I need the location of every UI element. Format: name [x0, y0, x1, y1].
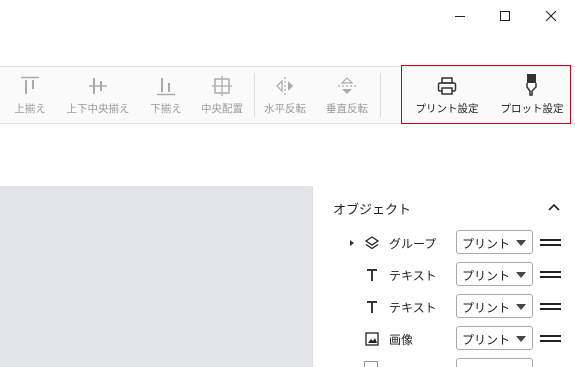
dropdown-arrow-icon	[516, 336, 526, 342]
object-label: テキスト	[389, 269, 437, 283]
dropdown-arrow-icon	[516, 240, 526, 246]
object-row-image[interactable]: 画像 プリント	[313, 323, 575, 355]
title-bar	[0, 0, 575, 32]
align-middle-icon	[89, 78, 107, 94]
align-middle-button[interactable]: 上下中央揃え	[60, 67, 136, 123]
dropdown-arrow-icon	[516, 272, 526, 278]
layers-icon	[364, 235, 380, 251]
align-top-button[interactable]: 上揃え	[10, 67, 50, 123]
align-bottom-button[interactable]: 下揃え	[144, 67, 188, 123]
dropdown-arrow-icon	[516, 304, 526, 310]
object-icon	[364, 361, 378, 367]
flip-vertical-icon	[338, 77, 356, 94]
align-top-icon	[21, 76, 39, 94]
center-label: 中央配置	[201, 103, 243, 115]
flip-vertical-label: 垂直反転	[326, 103, 368, 115]
output-mode-select[interactable]: プリント	[456, 262, 533, 286]
text-icon	[364, 299, 380, 315]
canvas-area[interactable]	[0, 186, 312, 367]
text-icon	[364, 267, 380, 283]
toolbar-divider	[254, 73, 255, 117]
align-bottom-icon	[157, 78, 175, 96]
object-label: 画像	[389, 333, 414, 347]
close-button[interactable]	[528, 0, 574, 32]
chevron-up-icon	[548, 203, 560, 211]
output-mode-select[interactable]: プリント	[456, 230, 533, 254]
object-label: テキスト	[389, 301, 437, 315]
output-mode-select[interactable]: プリント	[456, 294, 533, 318]
center-button[interactable]: 中央配置	[196, 67, 248, 123]
flip-horizontal-label: 水平反転	[264, 103, 306, 115]
object-row-partial[interactable]	[313, 355, 575, 367]
expand-caret-icon[interactable]	[348, 237, 356, 249]
flip-vertical-button[interactable]: 垂直反転	[320, 67, 374, 123]
maximize-button[interactable]	[482, 0, 528, 32]
highlight-box	[401, 65, 571, 124]
collapse-button[interactable]	[547, 199, 561, 218]
align-bottom-label: 下揃え	[150, 103, 182, 115]
maximize-icon	[500, 11, 510, 21]
image-icon	[364, 331, 380, 347]
output-mode-value: プリント	[462, 333, 511, 347]
object-label: グループ	[389, 237, 437, 251]
panel-title: オブジェクト	[333, 203, 412, 218]
minimize-icon	[455, 16, 465, 17]
output-mode-value: プリント	[462, 237, 511, 251]
object-row-group[interactable]: グループ プリント	[313, 227, 575, 259]
center-icon	[212, 76, 232, 96]
flip-horizontal-icon	[276, 77, 293, 95]
minimize-button[interactable]	[437, 0, 483, 32]
toolbar-divider	[380, 73, 381, 117]
object-row-text[interactable]: テキスト プリント	[313, 291, 575, 323]
flip-horizontal-button[interactable]: 水平反転	[260, 67, 310, 123]
object-row-text[interactable]: テキスト プリント	[313, 259, 575, 291]
drag-handle-icon[interactable]	[540, 335, 561, 343]
close-icon	[545, 10, 557, 22]
output-mode-select[interactable]: プリント	[456, 326, 533, 350]
objects-panel: オブジェクト グループ プリント テキスト プリント テキスト プリント 画像 …	[312, 186, 575, 367]
drag-handle-icon[interactable]	[540, 303, 561, 311]
output-mode-value: プリント	[462, 269, 511, 283]
align-top-label: 上揃え	[14, 103, 46, 115]
drag-handle-icon[interactable]	[540, 271, 561, 279]
drag-handle-icon[interactable]	[540, 239, 561, 247]
output-mode-value: プリント	[462, 301, 511, 315]
align-middle-label: 上下中央揃え	[66, 103, 130, 115]
output-mode-select[interactable]	[456, 358, 533, 367]
